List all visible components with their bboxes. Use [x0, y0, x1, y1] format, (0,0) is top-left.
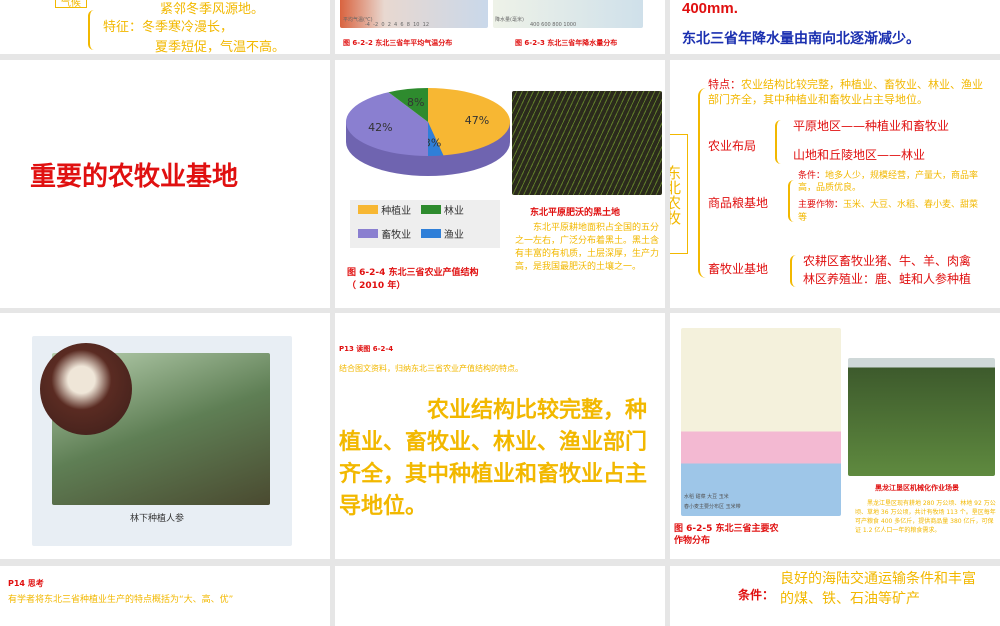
precip-value: 400mm.	[682, 0, 738, 17]
farm-livestock: 农耕区畜牧业猪、牛、羊、肉禽	[803, 254, 972, 268]
legend-swatch	[358, 205, 378, 214]
pie-label: 42%	[368, 121, 392, 134]
slide-conditions[interactable]: 条件： 良好的海陆交通运输条件和丰富的煤、铁、石油等矿产	[670, 566, 1000, 626]
photo-caption: 东北平原肥沃的黑土地	[530, 208, 621, 218]
condition-text: 地多人少，规模经营，产量大，商品率高，品质优良。	[798, 171, 979, 193]
precip-text: 东北三省年降水量由南向北逐渐减少。	[682, 31, 920, 47]
livestock-label: 畜牧业基地	[708, 262, 769, 276]
answer-text: 农业结构比较完整，种植业、畜牧业、林业、渔业部门齐全，其中种植业和畜牧业占主导地…	[339, 398, 648, 519]
climate-box: 气候	[55, 0, 87, 9]
main-brace	[698, 88, 706, 278]
legend-label: 种植业	[381, 206, 412, 217]
think-text: 有学者将东北三省种植业生产的特点概括为“大、高、优”	[8, 595, 234, 605]
slide-structure[interactable]: 47% 3% 42% 8% 种植业 林业 畜牧业 渔业 图 6-2-4 东北三省农业产…	[335, 60, 665, 308]
slide-climate[interactable]: 气候 紧邻冬季风源地。 特征：冬季寒冷漫长， 夏季短促，气温不高。	[0, 0, 330, 54]
conditions-text: 良好的海陆交通运输条件和丰富的煤、铁、石油等矿产	[780, 571, 976, 607]
rain-ticks: 400 600 800 1000	[530, 22, 577, 28]
slide-think[interactable]: P14 思考 有学者将东北三省种植业生产的特点概括为“大、高、优”	[0, 566, 330, 626]
climate-feature: 特征：冬季寒冷漫长，	[103, 20, 234, 35]
hill-region: 山地和丘陵地区——林业	[793, 148, 926, 162]
map-caption: 图 6-2-5 东北三省主要农作物分布	[674, 524, 779, 546]
pie-caption: 图 6-2-4 东北三省农业产值结构	[347, 268, 479, 278]
map-legend-2: 春小麦主要分布区 玉米带	[684, 504, 741, 510]
climate-line: 紧邻冬季风源地。	[160, 2, 265, 17]
vertical-title: 东北农牧	[670, 134, 688, 254]
slide-blank[interactable]	[335, 566, 665, 626]
brace	[775, 120, 783, 164]
pie-legend: 种植业 林业 畜牧业 渔业	[350, 200, 500, 248]
brace	[88, 10, 96, 50]
page-reference: P13 读图 6-2-4	[339, 345, 394, 353]
legend-label: 林业	[443, 206, 464, 217]
brace	[790, 255, 798, 287]
temp-ticks: -4 -2 0 2 4 6 8 10 12	[365, 22, 430, 28]
grain-base-label: 商品粮基地	[708, 196, 769, 210]
feature-label: 特点：	[708, 78, 741, 91]
farm-photo-caption: 黑龙江垦区机械化作业场景	[875, 484, 959, 492]
legend-swatch	[358, 229, 378, 238]
black-soil-photo	[512, 91, 662, 195]
legend-swatch	[420, 205, 441, 214]
page-reference: P14 思考	[8, 579, 44, 588]
pie-label: 47%	[465, 114, 489, 127]
rain-legend: 降水量(毫米)	[495, 17, 524, 23]
slide-heading: 重要的农牧业基地	[30, 162, 239, 192]
caption-rain: 图 6-2-3 东北三省年降水量分布	[515, 39, 618, 47]
legend-label: 畜牧业	[381, 230, 412, 241]
slide-summary[interactable]: 东北农牧 特点：农业结构比较完整，种植业、畜牧业、林业、渔业部门齐全，其中种植业…	[670, 60, 1000, 308]
crops-label: 主要作物：	[798, 200, 844, 210]
slide-maps[interactable]: 平均气温(℃) 降水量(毫米) -4 -2 0 2 4 6 8 10 12 40…	[335, 0, 665, 54]
layout-label: 农业布局	[708, 139, 757, 153]
legend-swatch	[420, 229, 441, 238]
caption-temp: 图 6-2-2 东北三省年平均气温分布	[343, 39, 453, 47]
photo-text: 东北平原耕地面积占全国的五分之一左右，广泛分布着黑土。黑土含有丰富的有机质，土层…	[515, 223, 660, 272]
brace	[788, 180, 796, 222]
question-prompt: 结合图文资料，归纳东北三省农业产值结构的特点。	[339, 364, 523, 373]
pie-chart: 47%3%42%8%	[346, 88, 510, 176]
slide-crops[interactable]: 水稻 甜菜 大豆 玉米 春小麦主要分布区 玉米带 图 6-2-5 东北三省主要农…	[670, 313, 1000, 559]
legend-label: 渔业	[443, 230, 464, 241]
slide-ginseng[interactable]: 林下种植人参	[0, 313, 330, 559]
ginseng-root-photo	[40, 343, 132, 435]
feature-text: 农业结构比较完整，种植业、畜牧业、林业、渔业部门齐全，其中种植业和畜牧业占主导地…	[708, 78, 983, 106]
map-legend: 水稻 甜菜 大豆 玉米	[684, 494, 729, 500]
slide-title[interactable]: 重要的农牧业基地	[0, 60, 330, 308]
farm-photo	[848, 358, 995, 476]
pie-label: 8%	[407, 96, 424, 109]
slide-precipitation[interactable]: 400mm. 东北三省年降水量由南向北逐渐减少。	[670, 0, 1000, 54]
farm-photo-text: 黑龙江垦区现有耕地 280 万公顷、林地 92 万公顷、草地 36 万公顷，共计…	[855, 500, 996, 534]
climate-box-label: 气候	[61, 0, 81, 9]
forest-breeding: 林区养殖业：鹿、蛙和人参种植	[803, 272, 972, 286]
condition-label: 条件：	[798, 171, 826, 181]
crop-map	[681, 328, 841, 516]
plain-region: 平原地区——种植业和畜牧业	[793, 119, 950, 133]
pie-caption-year: （ 2010 年）	[347, 281, 406, 291]
conditions-label: 条件：	[738, 588, 775, 602]
slide-question[interactable]: P13 读图 6-2-4 结合图文资料，归纳东北三省农业产值结构的特点。 农业结…	[335, 313, 665, 559]
climate-feature-2: 夏季短促，气温不高。	[155, 40, 286, 54]
ginseng-caption: 林下种植人参	[130, 514, 185, 524]
